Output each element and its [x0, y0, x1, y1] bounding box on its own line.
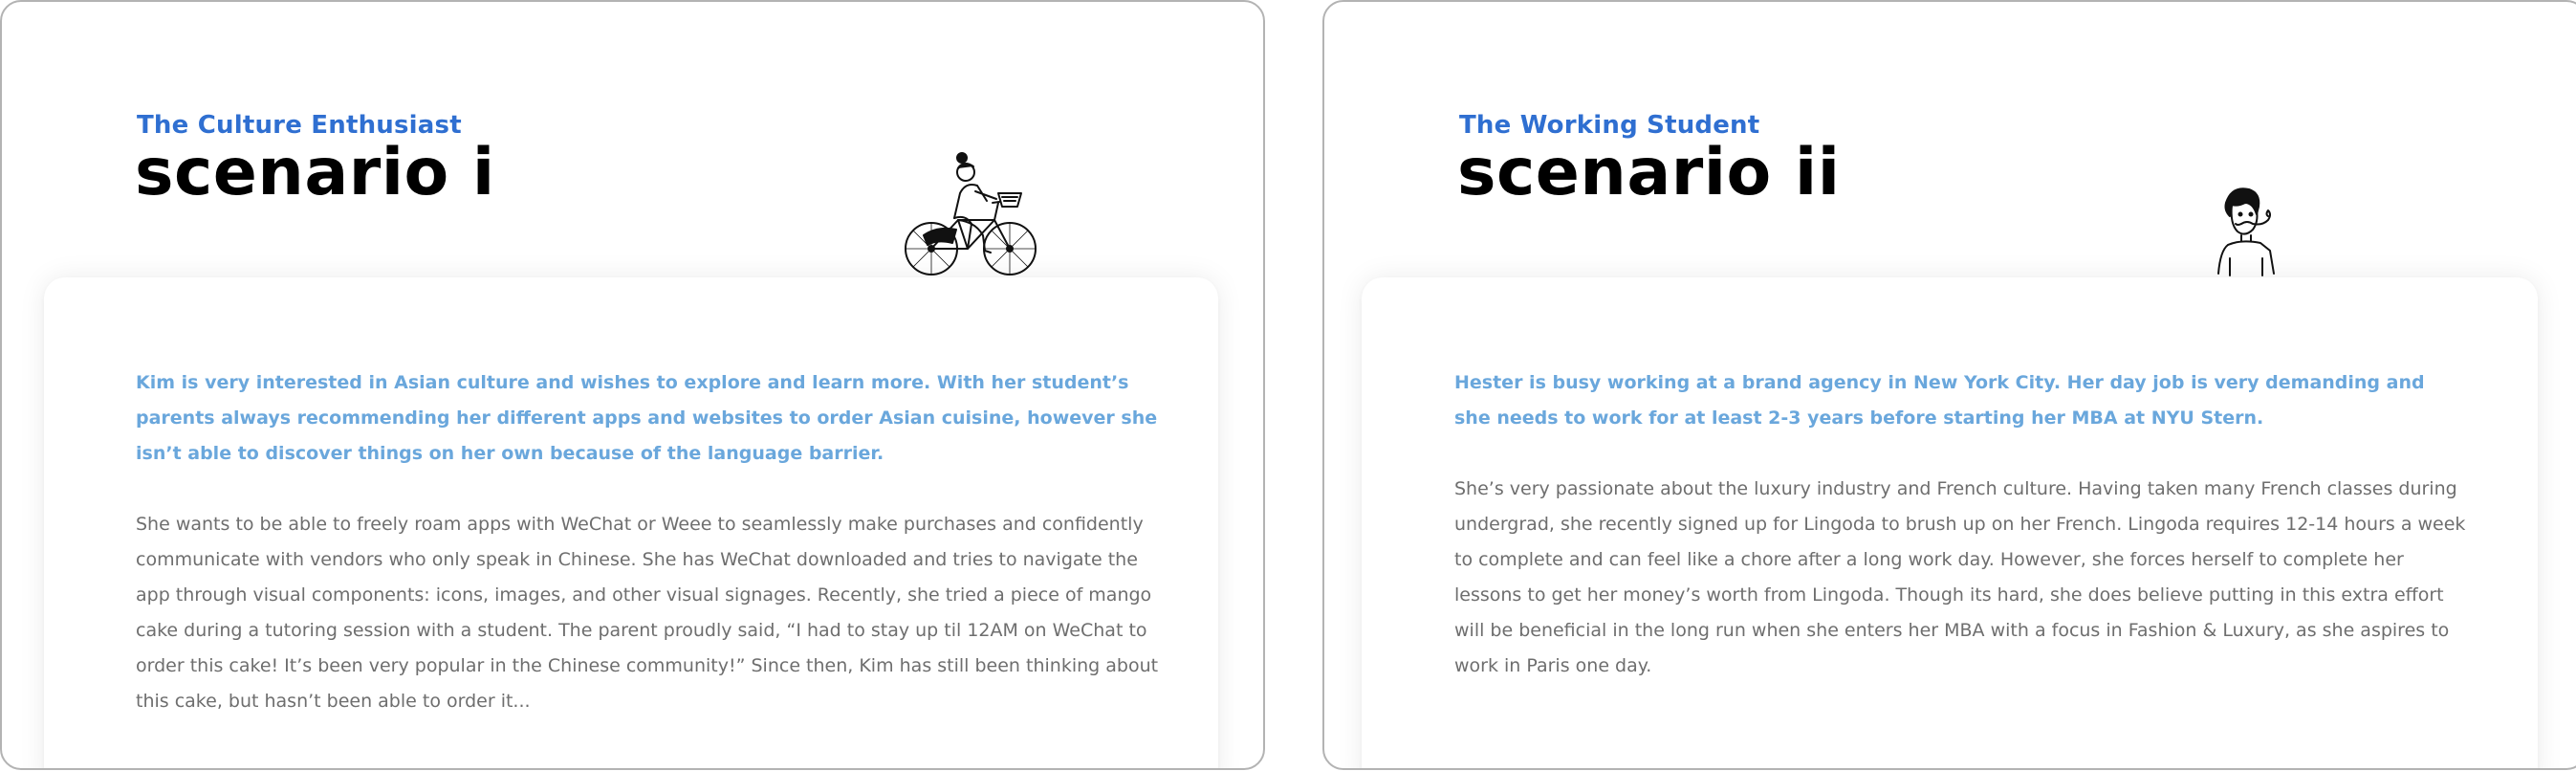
scenario-intro: Kim is very interested in Asian culture …	[136, 372, 1158, 464]
scenario-panel-2: The Working Student scenario ii Hester i…	[1322, 0, 2576, 770]
person-with-mustache-illustration	[2217, 187, 2275, 276]
woman-on-bicycle-illustration	[905, 152, 1037, 275]
scenario-card: Kim is very interested in Asian culture …	[44, 277, 1218, 768]
scenario-title: scenario i	[135, 135, 495, 210]
scenario-intro: Hester is busy working at a brand agency…	[1454, 372, 2425, 429]
scenario-card: Hester is busy working at a brand agency…	[1362, 277, 2538, 768]
scenario-title: scenario ii	[1457, 135, 1841, 210]
scenario-body: She wants to be able to freely roam apps…	[136, 514, 1159, 712]
scenario-panel-1: The Culture Enthusiast scenario i Kim is…	[0, 0, 1265, 770]
scenario-body: She’s very passionate about the luxury i…	[1454, 478, 2466, 676]
